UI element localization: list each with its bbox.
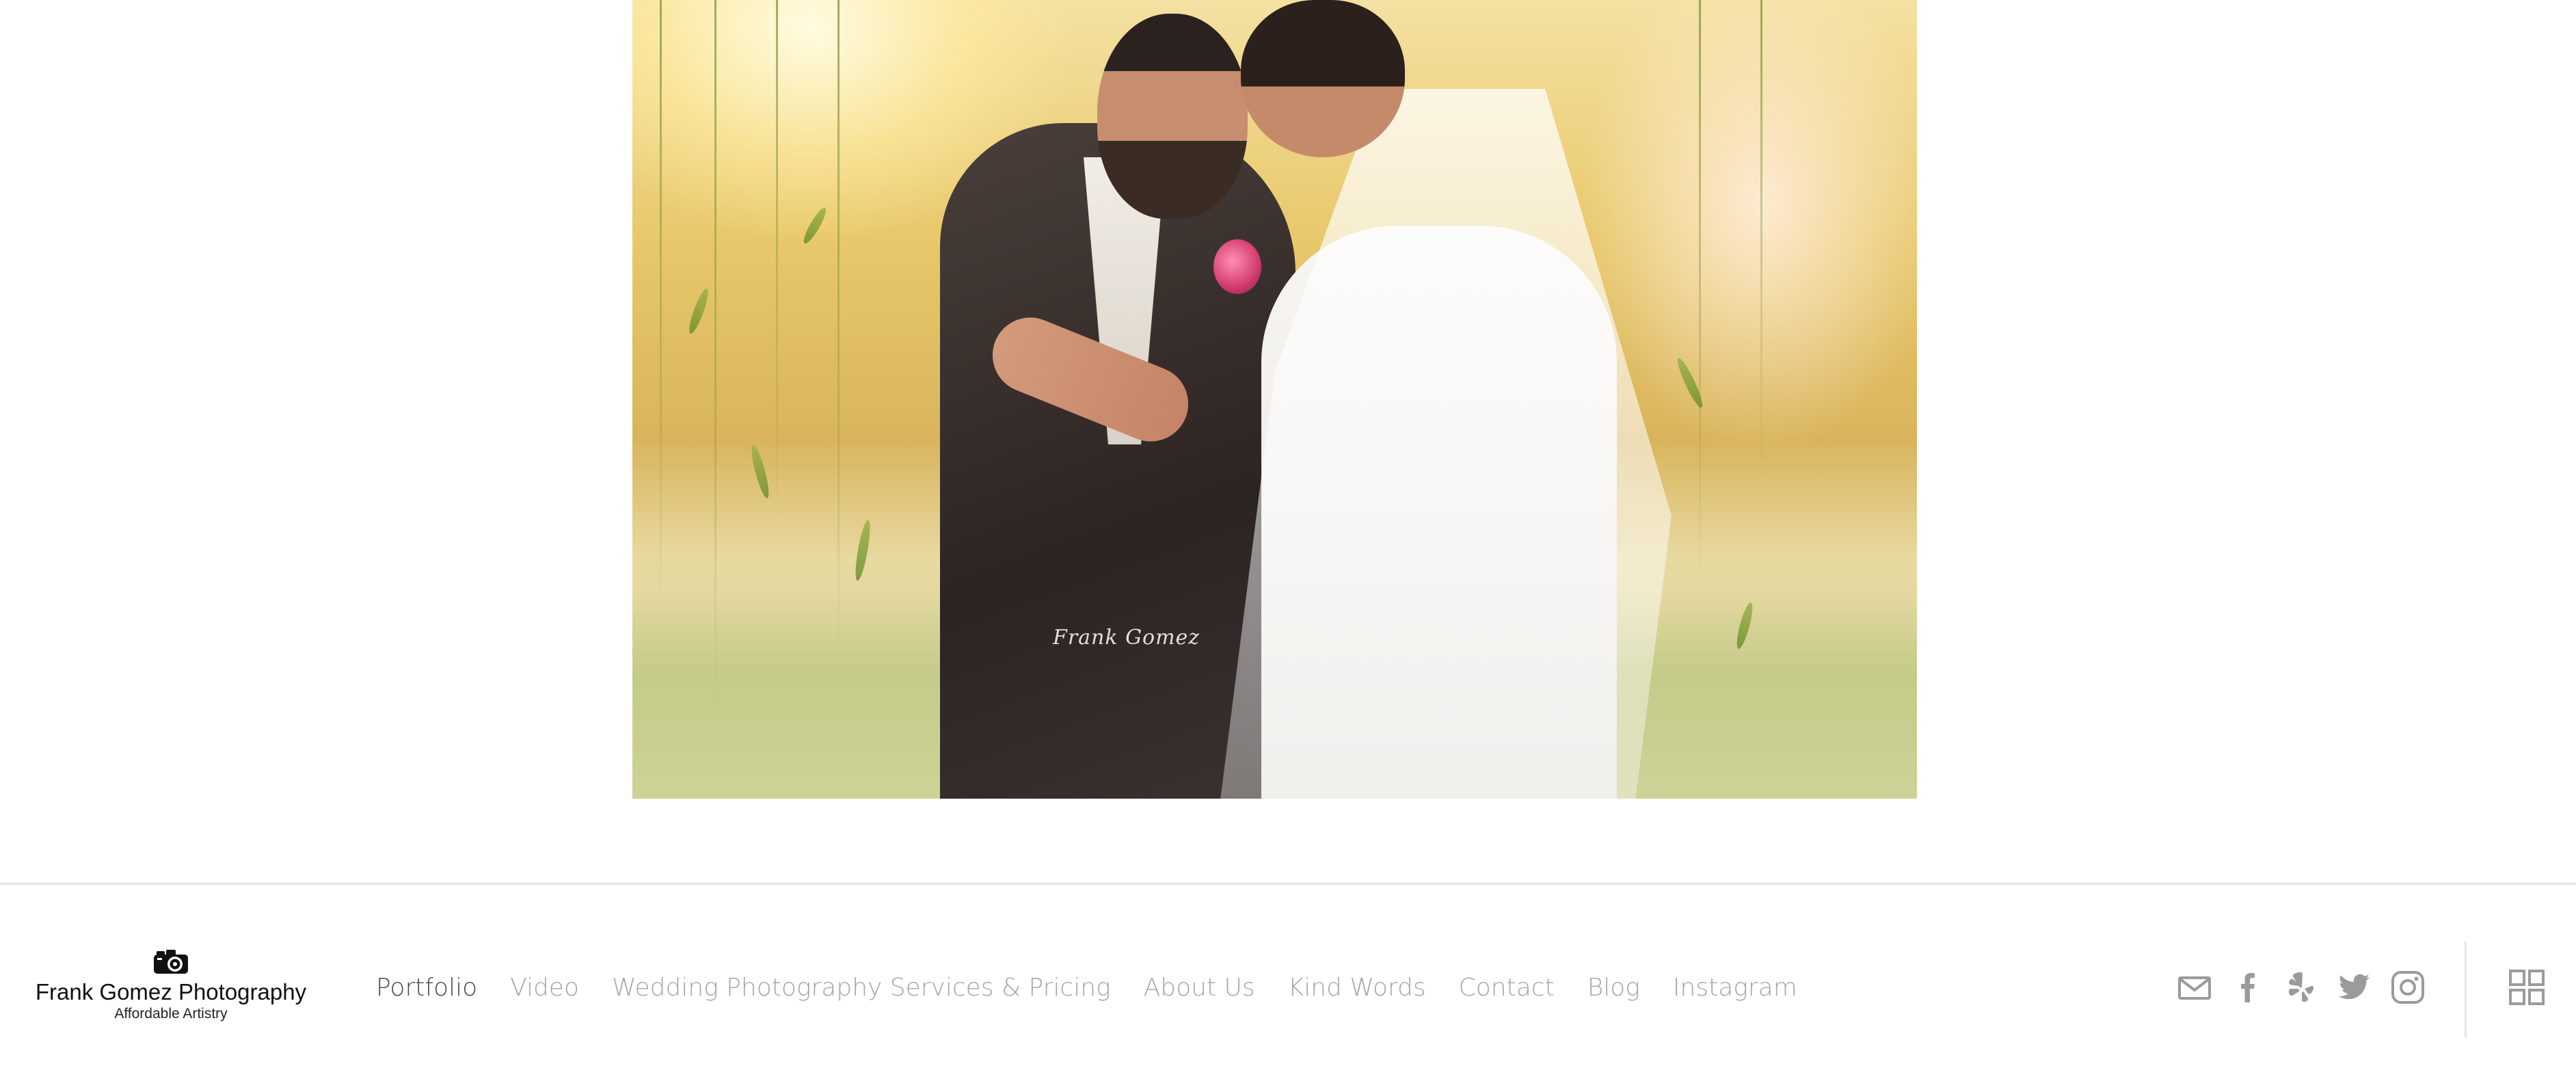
photo-watermark: Frank Gomez [1053,626,1200,650]
nav-item-blog[interactable]: Blog [1587,974,1640,1002]
twitter-icon [2339,974,2370,1000]
footer-divider [2465,942,2467,1037]
instagram-icon [2391,971,2424,1004]
wedding-photo[interactable]: Frank Gomez [632,0,1917,799]
camera-icon [154,950,188,974]
social-links [2175,968,2427,1007]
site-footer: Frank Gomez Photography Affordable Artis… [0,883,2576,1066]
yelp-link[interactable] [2282,968,2320,1007]
footer-nav: Portfolio Video Wedding Photography Serv… [376,974,1797,1002]
photo-willow-strand [776,0,778,520]
photo-willow-strand [1760,0,1762,479]
nav-item-wedding-services-pricing[interactable]: Wedding Photography Services & Pricing [612,974,1111,1002]
email-link[interactable] [2175,968,2214,1007]
instagram-link[interactable] [2389,968,2427,1007]
page: Frank Gomez Frank Gomez Photography Affo… [0,0,2576,1066]
facebook-link[interactable] [2229,968,2267,1007]
brand-logo[interactable]: Frank Gomez Photography Affordable Artis… [27,948,314,1023]
photo-veil [1220,89,1672,799]
photo-boutonniere [1213,239,1261,294]
email-icon [2178,976,2211,1000]
nav-item-portfolio[interactable]: Portfolio [376,974,477,1002]
photo-willow-strand [1699,0,1701,588]
nav-item-kind-words[interactable]: Kind Words [1288,974,1426,1002]
brand-name: Frank Gomez Photography [35,979,307,1004]
photo-willow-strand [714,0,716,718]
nav-item-video[interactable]: Video [510,974,579,1002]
grid-menu-button[interactable] [2508,968,2546,1007]
nav-item-contact[interactable]: Contact [1459,974,1555,1002]
nav-item-instagram[interactable]: Instagram [1673,974,1797,1002]
twitter-link[interactable] [2335,968,2374,1007]
facebook-icon [2241,973,2255,1002]
photo-leaf [686,287,712,336]
photo-leaf [800,205,830,246]
photo-willow-strand [660,0,662,615]
yelp-icon [2289,972,2314,1002]
photo-bride-head [1241,0,1405,157]
photo-groom-head [1097,14,1248,219]
photo-leaf [748,444,773,500]
photo-leaf [853,519,873,582]
brand-tagline: Affordable Artistry [114,1006,228,1022]
grid-menu-icon [2509,970,2545,1005]
photo-willow-strand [837,0,840,670]
photo-leaf [1674,356,1706,410]
nav-item-about-us[interactable]: About Us [1144,974,1255,1002]
